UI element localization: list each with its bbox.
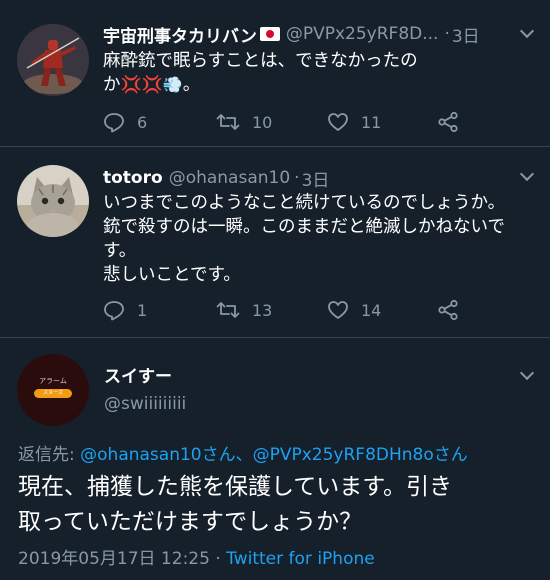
like-count: 11 [361,112,382,132]
like-button[interactable]: 11 [327,107,381,137]
retweet-count: 13 [252,300,273,320]
tweet-text-line: 取っていただけますでしょうか？ [18,509,363,535]
focused-tweet-text: 現在、捕獲した熊を保護しています。引き 取っていただけますでしょうか？ [18,470,533,540]
tweet-2-text: いつまでこのようなこと続けているのでしょうか。 銃で殺すのは一瞬。このままだと絶… [103,191,530,287]
japan-flag-icon [259,27,280,41]
tweet-text-line: いつまでこのようなこと続けているのでしょうか。 [103,193,506,213]
avatar-tweet-1[interactable] [17,24,89,96]
dash-symbol-icon: 💨 [162,75,183,94]
user-handle[interactable]: @PVPx25yRF8D... [286,24,439,44]
reply-icon [104,301,124,321]
reply-count: 6 [137,112,148,132]
tweet-text-line: 悲しいことです。 [103,265,241,285]
tweet-meta: 2019年05月17日 12:25 · Twitter for iPhone [18,544,375,569]
heart-icon [328,301,348,319]
tweet-1-text: 麻酔銃で眠らすことは、できなかったの か💢💢💨。 [103,49,530,97]
tweet-text-line: か💢💢💨。 [103,73,530,97]
tweet-2-actions: 1 13 14 [103,295,543,325]
like-count: 14 [361,300,382,320]
avatar-label: アラーム [39,377,67,385]
tweet-1[interactable]: 宇宙刑事タカリバン @PVPx25yRF8D... · 3日 麻酔銃で眠らすこと… [0,0,550,146]
separator-dot: · [444,24,450,44]
reply-to-users-link[interactable]: @ohanasan10さん、@PVPx25yRF8DHn8oさん [80,445,468,465]
cat-photo-image [17,165,89,237]
user-handle[interactable]: @ohanasan10 [169,168,290,188]
timestamp[interactable]: 3日 [302,166,330,191]
share-button[interactable] [437,107,471,137]
heart-icon [328,113,348,131]
share-icon [438,299,458,321]
reply-to-line: 返信先: @ohanasan10さん、@PVPx25yRF8DHn8oさん [18,440,468,465]
retweet-icon [216,302,240,318]
tweet-text-fragment: か [103,75,121,95]
retweet-icon [216,114,240,130]
retweet-count: 10 [252,112,273,132]
share-button[interactable] [437,295,471,325]
reply-button[interactable]: 1 [103,295,147,325]
tweet-1-header: 宇宙刑事タカリバン @PVPx25yRF8D... · 3日 [103,19,550,49]
tweet-text-line: 麻酔銃で眠らすことは、できなかったの [103,51,418,71]
reply-to-label: 返信先: [18,445,81,465]
tweet-2[interactable]: totoro @ohanasan10 · 3日 いつまでこのようなこと続けている… [0,147,550,337]
avatar-snooze-badge: スヌーズ [34,389,72,398]
display-name[interactable]: 宇宙刑事タカリバン [103,22,257,47]
avatar-focused-tweet[interactable]: アラーム スヌーズ [17,354,89,426]
client-link[interactable]: Twitter for iPhone [226,549,375,569]
armored-figure-image [17,24,89,96]
display-name[interactable]: スイすー [104,362,172,387]
reply-icon [104,113,124,133]
share-icon [438,111,458,133]
tweet-1-actions: 6 10 11 [103,107,543,137]
retweet-button[interactable]: 10 [216,107,272,137]
anger-symbol-icon: 💢 [141,75,163,95]
separator-dot: · [294,168,300,188]
meta-separator: · [209,549,227,569]
anger-symbol-icon: 💢 [120,75,142,95]
full-timestamp: 2019年05月17日 12:25 [18,549,210,569]
tweet-text-line: 銃で殺すのは一瞬。このままだと絶滅しかねないで [103,217,505,237]
tweet-text-line: 現在、捕獲した熊を保護しています。引き [18,474,453,500]
user-handle[interactable]: @swiiiiiiiii [104,394,186,414]
chevron-down-icon[interactable] [519,365,535,381]
tweet-2-header: totoro @ohanasan10 · 3日 [103,163,550,193]
reply-count: 1 [137,300,148,320]
reply-button[interactable]: 6 [103,107,147,137]
avatar-tweet-2[interactable] [17,165,89,237]
tweet-text-line: す。 [103,241,137,261]
like-button[interactable]: 14 [327,295,381,325]
retweet-button[interactable]: 13 [216,295,272,325]
timestamp[interactable]: 3日 [452,22,480,47]
display-name[interactable]: totoro [103,168,163,188]
tweet-text-fragment: 。 [182,75,201,95]
